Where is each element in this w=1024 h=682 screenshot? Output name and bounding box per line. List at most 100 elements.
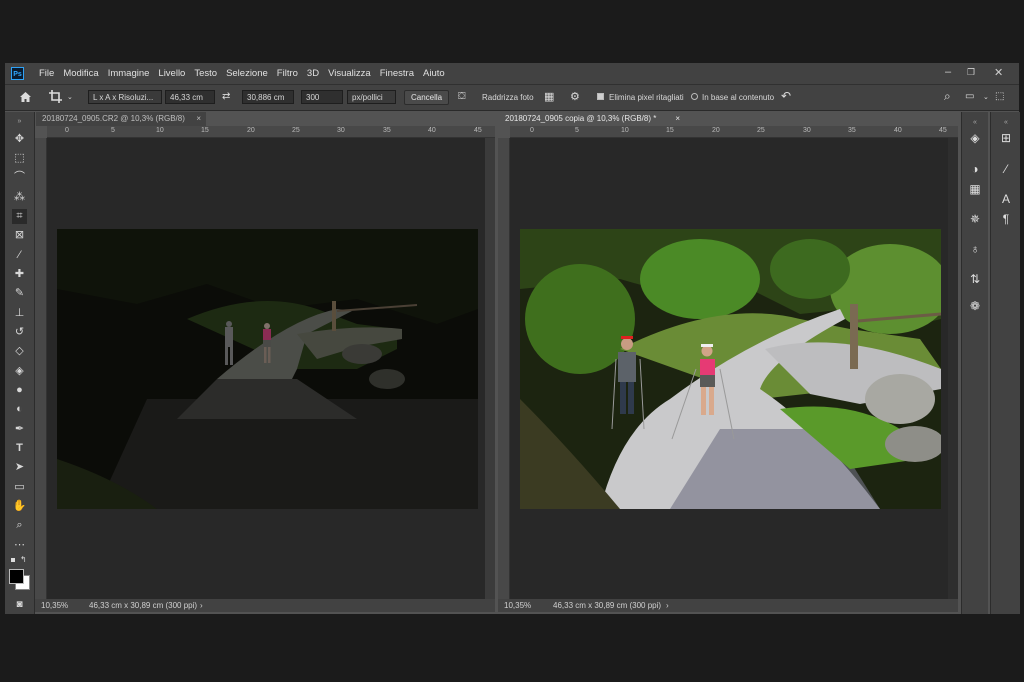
layers-panel-icon[interactable]: ◈ <box>965 129 985 147</box>
resolution-unit-dropdown[interactable]: px/pollici <box>347 90 396 104</box>
vertical-scrollbar[interactable] <box>485 138 495 599</box>
status-menu-arrow[interactable]: › <box>666 599 669 612</box>
move-tool-icon[interactable]: ✥ <box>12 132 27 147</box>
zoom-level[interactable]: 10,35% <box>504 599 531 612</box>
menu-testo[interactable]: Testo <box>194 68 217 79</box>
history-brush-tool-icon[interactable]: ↺ <box>12 325 27 340</box>
ruler-tick: 40 <box>894 127 902 134</box>
adjustments-panel-icon[interactable]: ◑ <box>965 160 985 178</box>
close-tab-icon[interactable]: × <box>196 112 201 126</box>
canvas-area[interactable] <box>47 138 495 599</box>
gradient-tool-icon[interactable]: ◈ <box>12 364 27 379</box>
minimize-icon[interactable]: – <box>945 66 951 78</box>
menu-selezione[interactable]: Selezione <box>226 68 268 79</box>
menu-filtro[interactable]: Filtro <box>277 68 298 79</box>
menu-file[interactable]: File <box>39 68 54 79</box>
share-icon[interactable]: ⬚ <box>995 91 1004 103</box>
zoom-tool-icon[interactable]: ⌕ <box>12 518 27 533</box>
blur-tool-icon[interactable]: ● <box>12 383 27 398</box>
lasso-tool-icon[interactable]: ⌒ <box>12 170 27 185</box>
swap-colors-icon[interactable]: ↰ <box>20 555 27 564</box>
vertical-scrollbar[interactable] <box>948 138 958 599</box>
restore-icon[interactable]: ❐ <box>967 67 975 78</box>
height-field[interactable]: 30,886 cm <box>242 90 294 104</box>
menu-list: File Modifica Immagine Livello Testo Sel… <box>39 68 454 79</box>
eraser-tool-icon[interactable]: ◇ <box>12 344 27 359</box>
clone-stamp-tool-icon[interactable]: ⊥ <box>12 306 27 321</box>
collapse-panel-icon[interactable]: » <box>12 114 27 129</box>
gear-icon[interactable]: ⚙ <box>570 91 580 103</box>
ruler-tick: 30 <box>337 127 345 134</box>
brushes-panel-icon[interactable]: ⁄ <box>996 160 1016 178</box>
marquee-tool-icon[interactable]: ⬚ <box>12 151 27 166</box>
resolution-field[interactable]: 300 <box>301 90 343 104</box>
chevron-down-icon[interactable]: ⌄ <box>67 92 73 104</box>
libraries-panel-icon[interactable]: ⊞ <box>996 129 1016 147</box>
reset-icon[interactable]: ↶ <box>781 90 791 102</box>
magic-wand-tool-icon[interactable]: ⁂ <box>12 190 27 205</box>
history-panel-icon[interactable]: ⇅ <box>965 270 985 288</box>
lightbulb-icon[interactable]: ♁ <box>965 240 985 258</box>
more-tools-icon[interactable]: ⋯ <box>12 538 27 553</box>
hand-tool-icon[interactable]: ✋ <box>12 499 27 514</box>
channels-panel-icon[interactable]: ❁ <box>965 297 985 315</box>
crop-tool-icon[interactable]: ⌗ <box>12 209 27 224</box>
chevron-down-icon[interactable]: ⌄ <box>983 92 989 104</box>
workspace-icon[interactable]: ▭ <box>965 91 974 103</box>
canvas-area[interactable] <box>510 138 948 599</box>
content-aware-checkbox[interactable] <box>691 93 698 100</box>
status-bar: 10,35% 46,33 cm x 30,89 cm (300 ppi) › <box>498 599 958 612</box>
delete-cropped-checkbox[interactable] <box>597 93 604 100</box>
width-field[interactable]: 46,33 cm <box>165 90 215 104</box>
document-size: 46,33 cm x 30,89 cm (300 ppi) <box>89 601 198 610</box>
tab-left-document[interactable]: 20180724_0905.CR2 @ 10,3% (RGB/8) × <box>36 112 206 126</box>
tab-right-document[interactable]: 20180724_0905 copia @ 10,3% (RGB/8) * × <box>499 112 685 126</box>
photoshop-logo-icon[interactable]: Ps <box>11 67 24 80</box>
close-window-icon[interactable]: ✕ <box>994 66 1003 79</box>
zoom-level[interactable]: 10,35% <box>41 599 68 612</box>
navigator-panel-icon[interactable]: ✵ <box>965 210 985 228</box>
rectangle-tool-icon[interactable]: ▭ <box>12 480 27 495</box>
ratio-dropdown[interactable]: L x A x Risoluzi... <box>88 90 162 104</box>
frame-tool-icon[interactable]: ⊠ <box>12 228 27 243</box>
home-icon[interactable] <box>19 91 32 103</box>
tools-panel: » ✥ ⬚ ⌒ ⁂ ⌗ ⊠ ⁄ ✚ ✎ ⊥ ↺ ◇ ◈ ● ◐ ✒ T ➤ ▭ … <box>5 112 35 614</box>
dodge-tool-icon[interactable]: ◐ <box>12 402 27 417</box>
overlay-grid-icon[interactable]: ▦ <box>544 91 554 103</box>
foreground-color-swatch[interactable] <box>9 569 24 584</box>
menu-finestra[interactable]: Finestra <box>380 68 414 79</box>
menu-3d[interactable]: 3D <box>307 68 319 79</box>
default-colors-icon[interactable] <box>11 558 15 562</box>
status-menu-arrow[interactable]: › <box>200 599 203 612</box>
type-tool-icon[interactable]: T <box>12 441 27 456</box>
pen-tool-icon[interactable]: ✒ <box>12 422 27 437</box>
straighten-icon[interactable]: ⛋ <box>458 91 466 103</box>
swap-dimensions-icon[interactable]: ⇄ <box>222 91 230 103</box>
path-selection-tool-icon[interactable]: ➤ <box>12 460 27 475</box>
dark-hiking-photo[interactable] <box>57 229 478 509</box>
swatches-panel-icon[interactable]: ▦ <box>965 180 985 198</box>
healing-brush-tool-icon[interactable]: ✚ <box>12 267 27 282</box>
brush-tool-icon[interactable]: ✎ <box>12 286 27 301</box>
menu-bar: Ps File Modifica Immagine Livello Testo … <box>5 63 1019 85</box>
edited-hiking-photo[interactable] <box>520 229 941 509</box>
cancel-button[interactable]: Cancella <box>404 90 450 105</box>
left-document-window: 0 5 10 15 20 25 30 35 40 45 10,35% 46,33… <box>35 126 495 614</box>
menu-livello[interactable]: Livello <box>158 68 185 79</box>
straighten-label[interactable]: Raddrizza foto <box>482 93 534 102</box>
menu-modifica[interactable]: Modifica <box>63 68 98 79</box>
close-tab-icon[interactable]: × <box>675 112 680 126</box>
menu-visualizza[interactable]: Visualizza <box>328 68 371 79</box>
menu-immagine[interactable]: Immagine <box>108 68 150 79</box>
search-icon[interactable]: ⌕ <box>944 90 951 102</box>
quick-mask-icon[interactable]: ◙ <box>12 597 27 612</box>
ruler-tick: 15 <box>201 127 209 134</box>
menu-aiuto[interactable]: Aiuto <box>423 68 445 79</box>
ruler-tick: 0 <box>65 127 69 134</box>
character-panel-icon[interactable]: A <box>996 190 1016 208</box>
paragraph-panel-icon[interactable]: ¶ <box>996 210 1016 228</box>
ruler-tick: 35 <box>848 127 856 134</box>
eyedropper-tool-icon[interactable]: ⁄ <box>12 248 27 263</box>
crop-tool-icon[interactable] <box>49 90 65 104</box>
panel-dock-1: « ◈ ◑ ▦ ✵ ♁ ⇅ ❁ <box>961 112 988 614</box>
